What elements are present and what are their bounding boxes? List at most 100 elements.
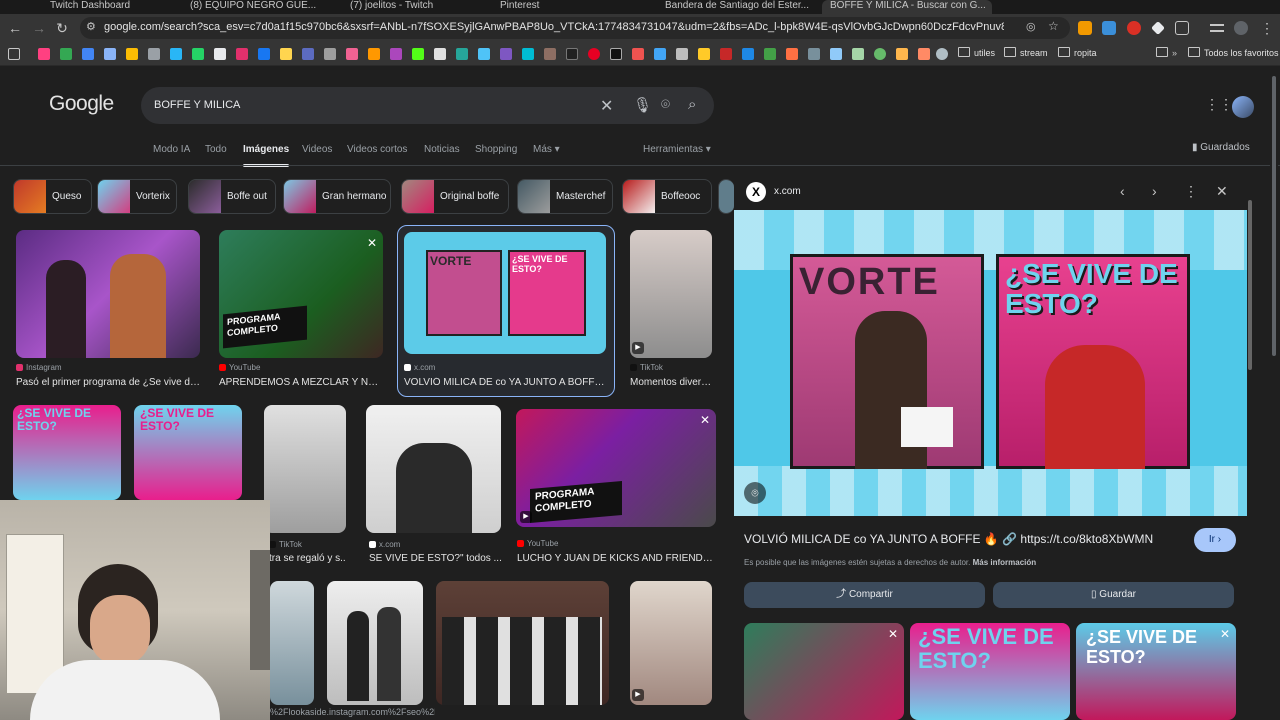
preview-site[interactable]: x.com xyxy=(774,186,801,197)
bookmark-icon[interactable] xyxy=(126,48,138,60)
back-icon[interactable]: ← xyxy=(6,19,24,37)
bookmark-icon[interactable] xyxy=(390,48,402,60)
bookmark-icon[interactable] xyxy=(918,48,930,60)
image-result[interactable]: ¿SE VIVE DE ESTO? xyxy=(134,405,242,500)
visit-button[interactable]: Ir › xyxy=(1194,528,1236,552)
more-info-link[interactable]: Más información xyxy=(973,558,1037,567)
tab-modo-ia[interactable]: Modo IA xyxy=(153,144,190,155)
kick-icon[interactable] xyxy=(412,48,424,60)
saved-button[interactable]: ▮ Guardados xyxy=(1192,142,1250,153)
google-logo[interactable]: Google xyxy=(49,92,114,116)
instagram-icon[interactable] xyxy=(236,48,248,60)
chip-boffeooc[interactable]: Boffeooc xyxy=(622,179,712,214)
browser-tab-active[interactable]: BOFFE Y MILICA - Buscar con G... xyxy=(822,0,992,14)
reload-icon[interactable]: ↻ xyxy=(53,19,71,37)
bookmark-icon[interactable] xyxy=(566,48,578,60)
bookmark-folder-stream[interactable]: stream xyxy=(1004,47,1048,58)
previous-icon[interactable]: ‹ xyxy=(1120,183,1125,199)
scroll-thumb[interactable] xyxy=(1272,76,1276,356)
apps-grid-icon[interactable] xyxy=(8,48,20,60)
mic-icon[interactable]: 🎙 xyxy=(633,96,652,114)
star-icon[interactable]: ☆ xyxy=(1048,19,1059,33)
result-image[interactable]: ▶ xyxy=(630,230,712,358)
result-image[interactable] xyxy=(327,581,423,705)
bookmark-icon[interactable] xyxy=(60,48,72,60)
chip-vorterix[interactable]: Vorterix xyxy=(97,179,177,214)
image-result[interactable]: ▶ TikTok Momentos divertid... xyxy=(630,230,712,390)
whatsapp-icon[interactable] xyxy=(192,48,204,60)
extension-icon[interactable] xyxy=(1102,21,1116,35)
bookmark-icon[interactable] xyxy=(522,48,534,60)
bookmark-icon[interactable] xyxy=(632,48,644,60)
forward-icon[interactable]: → xyxy=(30,19,48,37)
bookmark-icon[interactable] xyxy=(830,48,842,60)
image-result[interactable] xyxy=(270,581,314,720)
browser-tab[interactable]: (8) EQUIPO NEGRO GUE... xyxy=(190,0,320,14)
image-result[interactable]: x.com SE VIVE DE ESTO?" todos ... xyxy=(366,405,502,570)
result-image[interactable]: ¿SE VIVE DE ESTO? xyxy=(134,405,242,500)
bookmark-icon[interactable] xyxy=(874,48,886,60)
result-image[interactable]: ▶ xyxy=(630,581,712,705)
bookmark-icon[interactable] xyxy=(544,48,556,60)
preview-title[interactable]: VOLVIÓ MILICA DE co YA JUNTO A BOFFE 🔥 🔗… xyxy=(744,532,1153,546)
search-box[interactable]: BOFFE Y MILICA ✕ 🎙 ⌾ ⌕ xyxy=(141,87,714,124)
bookmark-icon[interactable] xyxy=(808,48,820,60)
save-button[interactable]: ▯ Guardar xyxy=(993,582,1234,608)
tab-mas[interactable]: Más ▾ xyxy=(533,144,560,155)
bookmark-icon[interactable] xyxy=(698,48,710,60)
result-title[interactable]: Pasó el primer programa de ¿Se vive de..… xyxy=(16,377,200,388)
tab-imagenes[interactable]: Imágenes xyxy=(243,144,290,167)
browser-tab[interactable]: Twitch Dashboard xyxy=(50,0,160,14)
bookmark-icon[interactable] xyxy=(936,48,948,60)
result-image[interactable]: VORTE ¿SE VIVE DE ESTO? xyxy=(404,232,606,354)
result-title[interactable]: SE VIVE DE ESTO?" todos ... xyxy=(369,553,502,564)
tab-videos-cortos[interactable]: Videos cortos xyxy=(347,144,407,155)
image-result[interactable] xyxy=(327,581,423,720)
share-button[interactable]: ⤴ Compartir xyxy=(744,582,985,608)
chip-masterchef[interactable]: Masterchef xyxy=(517,179,613,214)
bookmark-icon[interactable] xyxy=(82,48,94,60)
lens-icon[interactable]: ⌾ xyxy=(744,482,766,504)
bookmark-icon[interactable] xyxy=(500,48,512,60)
bookmark-icon[interactable] xyxy=(676,48,688,60)
related-image[interactable]: ¿SE VIVE DE ESTO? ✕ xyxy=(1076,623,1236,720)
bookmark-folder-ropita[interactable]: ropita xyxy=(1058,47,1097,58)
browser-tab[interactable]: Pinterest xyxy=(500,0,600,14)
bookmark-icon[interactable] xyxy=(896,48,908,60)
bookmark-icon[interactable] xyxy=(434,48,446,60)
lens-icon[interactable]: ⌾ xyxy=(661,96,670,113)
all-favorites-folder[interactable]: Todos los favoritos xyxy=(1188,47,1279,58)
site-info-icon[interactable]: ⚙ xyxy=(86,20,96,33)
bookmark-icon[interactable] xyxy=(720,48,732,60)
next-icon[interactable]: › xyxy=(1152,183,1157,199)
puzzle-icon[interactable] xyxy=(1175,21,1189,35)
tab-shopping[interactable]: Shopping xyxy=(475,144,517,155)
result-title[interactable]: APRENDEMOS A MEZCLAR Y NUE... xyxy=(219,377,385,388)
bookmark-icon[interactable] xyxy=(478,48,490,60)
eye-off-icon[interactable]: ◎ xyxy=(1026,20,1036,33)
bookmark-icon[interactable] xyxy=(148,48,160,60)
result-title[interactable]: %2Flookaside.instagram.com%2Fseo%2F... xyxy=(270,707,435,717)
tools-button[interactable]: Herramientas ▾ xyxy=(643,144,711,155)
url-text[interactable]: google.com/search?sca_esv=c7d0a1f15c970b… xyxy=(104,21,1004,33)
search-icon[interactable]: ⌕ xyxy=(688,96,696,113)
result-image[interactable] xyxy=(366,405,501,533)
result-image[interactable]: PROGRAMA COMPLETO ✕ xyxy=(219,230,383,358)
extension-icon[interactable] xyxy=(1078,21,1092,35)
result-image[interactable] xyxy=(436,581,609,705)
related-image[interactable]: ✕ xyxy=(744,623,904,720)
bookmark-icon[interactable] xyxy=(456,48,468,60)
more-bookmarks-icon[interactable]: » xyxy=(1156,47,1177,58)
result-title[interactable]: Momentos divertid... xyxy=(630,377,712,388)
related-image[interactable]: ¿SE VIVE DE ESTO? xyxy=(910,623,1070,720)
image-result[interactable]: ▶ xyxy=(630,581,712,720)
browser-menu-icon[interactable]: ⋮ xyxy=(1258,19,1276,37)
bookmark-icon[interactable] xyxy=(170,48,182,60)
bookmark-icon[interactable] xyxy=(786,48,798,60)
panel-scrollbar[interactable] xyxy=(1248,170,1254,670)
bookmark-icon[interactable] xyxy=(852,48,864,60)
bookmark-icon[interactable] xyxy=(764,48,776,60)
tiktok-icon[interactable] xyxy=(610,48,622,60)
clear-icon[interactable]: ✕ xyxy=(600,96,613,116)
image-result[interactable]: ¿SE VIVE DE ESTO? xyxy=(13,405,121,500)
